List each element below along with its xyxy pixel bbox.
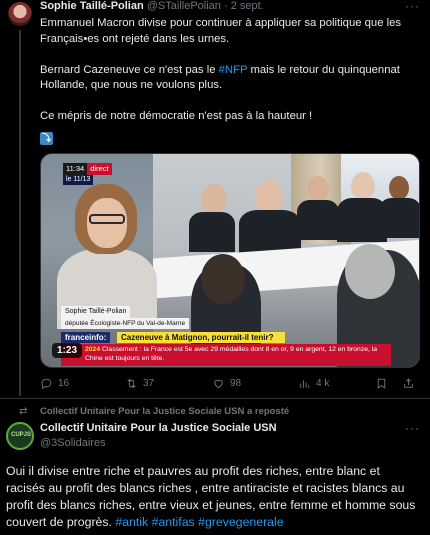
hashtag-link-nfp[interactable]: #NFP	[219, 64, 248, 76]
person-head	[389, 176, 409, 200]
repost-icon: ⇄	[19, 406, 28, 417]
reply-button[interactable]: 16	[40, 377, 69, 390]
show-label: le 11/13	[63, 175, 94, 185]
tweet-header: Sophie Taillé-Polian @STaillePolian · 2 …	[40, 0, 264, 12]
person-head	[351, 172, 375, 200]
repost-icon	[127, 379, 136, 388]
views-count: 4 k	[316, 378, 330, 389]
tweet-date[interactable]: 2 sept.	[231, 0, 264, 12]
ticker-text: Classement : la France est 5e avec 29 mé…	[85, 346, 378, 362]
video-headline: Cazeneuve à Matignon, pourrait-il tenir?	[117, 332, 285, 343]
person-head	[255, 180, 283, 212]
tweet-text: Emmanuel Macron divise pour continuer à …	[40, 16, 420, 140]
repost-count: 37	[143, 378, 155, 389]
separator-dot: ·	[223, 0, 228, 12]
ticker-year: 2024	[85, 346, 101, 353]
more-dots-icon[interactable]: ···	[405, 0, 420, 13]
author-name[interactable]: Sophie Taillé-Polian	[40, 0, 144, 12]
person-suit	[379, 198, 419, 238]
paragraph-2-start: Bernard Cazeneuve ce n'est pas le	[40, 63, 219, 76]
person-suit	[189, 212, 235, 252]
tweet-paragraph-1: Emmanuel Macron divise pour continuer à …	[40, 17, 402, 45]
views-icon	[300, 380, 310, 388]
arrow-down-emoji-icon: ⤵	[40, 132, 53, 145]
tweet-text: Oui il divise entre riche et pauvres au …	[6, 463, 422, 531]
live-time: 11:34	[63, 163, 88, 175]
video-duration: 1:23	[52, 343, 83, 358]
tweet-paragraph-2: Bernard Cazeneuve ce n'est pas le #NFP m…	[40, 63, 420, 94]
person-back-head	[201, 254, 245, 304]
action-bar: 16 37 98 4 k	[40, 377, 420, 393]
author-handle[interactable]: @3Solidaires	[40, 437, 106, 449]
avatar-text: CUPJS	[11, 432, 32, 438]
person-head	[307, 176, 329, 202]
share-button[interactable]	[402, 377, 415, 390]
person-suit	[297, 200, 339, 240]
channel-logo: franceinfo:	[61, 332, 111, 343]
person-back-head	[345, 244, 395, 299]
author-handle[interactable]: @STaillePolian	[147, 0, 221, 12]
news-ticker: 2024 Classement : la France est 5e avec …	[61, 344, 391, 366]
repost-context[interactable]: Collectif Unitaire Pour la Justice Socia…	[40, 406, 289, 417]
guest-role-caption: députée Écologiste-NFP du Val-de-Marne	[61, 318, 190, 329]
live-label: direct	[87, 163, 112, 175]
repost-button[interactable]: 37	[125, 377, 154, 390]
share-icon	[404, 378, 413, 388]
guest-glasses	[89, 214, 125, 224]
video-player[interactable]: 11:34 direct le 11/13 Sophie Taillé-Poli…	[40, 153, 420, 368]
guest-name-caption: Sophie Taillé-Polian	[61, 306, 131, 318]
live-badge: 11:34 direct	[63, 163, 112, 175]
reply-icon	[41, 378, 52, 390]
bookmark-icon	[377, 378, 386, 389]
like-button[interactable]: 98	[212, 377, 241, 390]
person-head	[201, 184, 227, 214]
avatar[interactable]	[8, 2, 32, 26]
avatar[interactable]: CUPJS	[6, 422, 34, 450]
like-count: 98	[230, 378, 242, 389]
tweet-divider	[0, 398, 430, 399]
heart-icon	[214, 379, 223, 389]
views-button[interactable]: 4 k	[298, 377, 329, 390]
hashtag-grevegenerale[interactable]: #grevegenerale	[198, 515, 283, 529]
author-name[interactable]: Collectif Unitaire Pour la Justice Socia…	[40, 422, 277, 434]
tweet-sophie[interactable]: Sophie Taillé-Polian @STaillePolian · 2 …	[0, 0, 430, 398]
reply-count: 16	[58, 378, 70, 389]
hashtag-antifas[interactable]: #antifas	[152, 515, 195, 529]
hashtag-antik[interactable]: #antik	[115, 515, 148, 529]
tweet-paragraph-3: Ce mépris de notre démocratie n'est pas …	[40, 110, 313, 122]
bookmark-button[interactable]	[375, 377, 388, 390]
thread-line	[19, 30, 21, 396]
more-dots-icon[interactable]: ···	[405, 421, 420, 435]
